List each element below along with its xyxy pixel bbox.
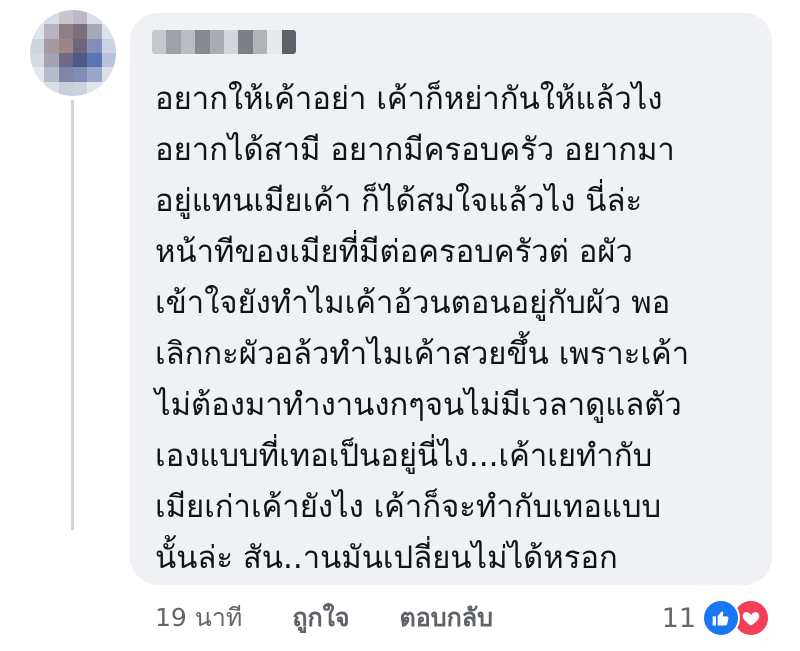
comment-text: อยากให้เค้าอย่า เค้าก็หย่ากันให้แล้วไง อ…	[155, 81, 690, 576]
reaction-count: 11	[661, 602, 696, 634]
timestamp[interactable]: 19 นาที	[155, 598, 242, 638]
comment-actions: 19 นาที ถูกใจ ตอบกลับ	[155, 598, 543, 638]
avatar[interactable]	[30, 10, 116, 96]
like-button[interactable]: ถูกใจ	[292, 598, 349, 638]
thread-line	[71, 100, 74, 530]
commenter-name[interactable]	[152, 30, 296, 54]
like-icon	[702, 599, 740, 637]
reaction-summary[interactable]: 11	[662, 598, 770, 638]
reply-button[interactable]: ตอบกลับ	[400, 598, 493, 638]
